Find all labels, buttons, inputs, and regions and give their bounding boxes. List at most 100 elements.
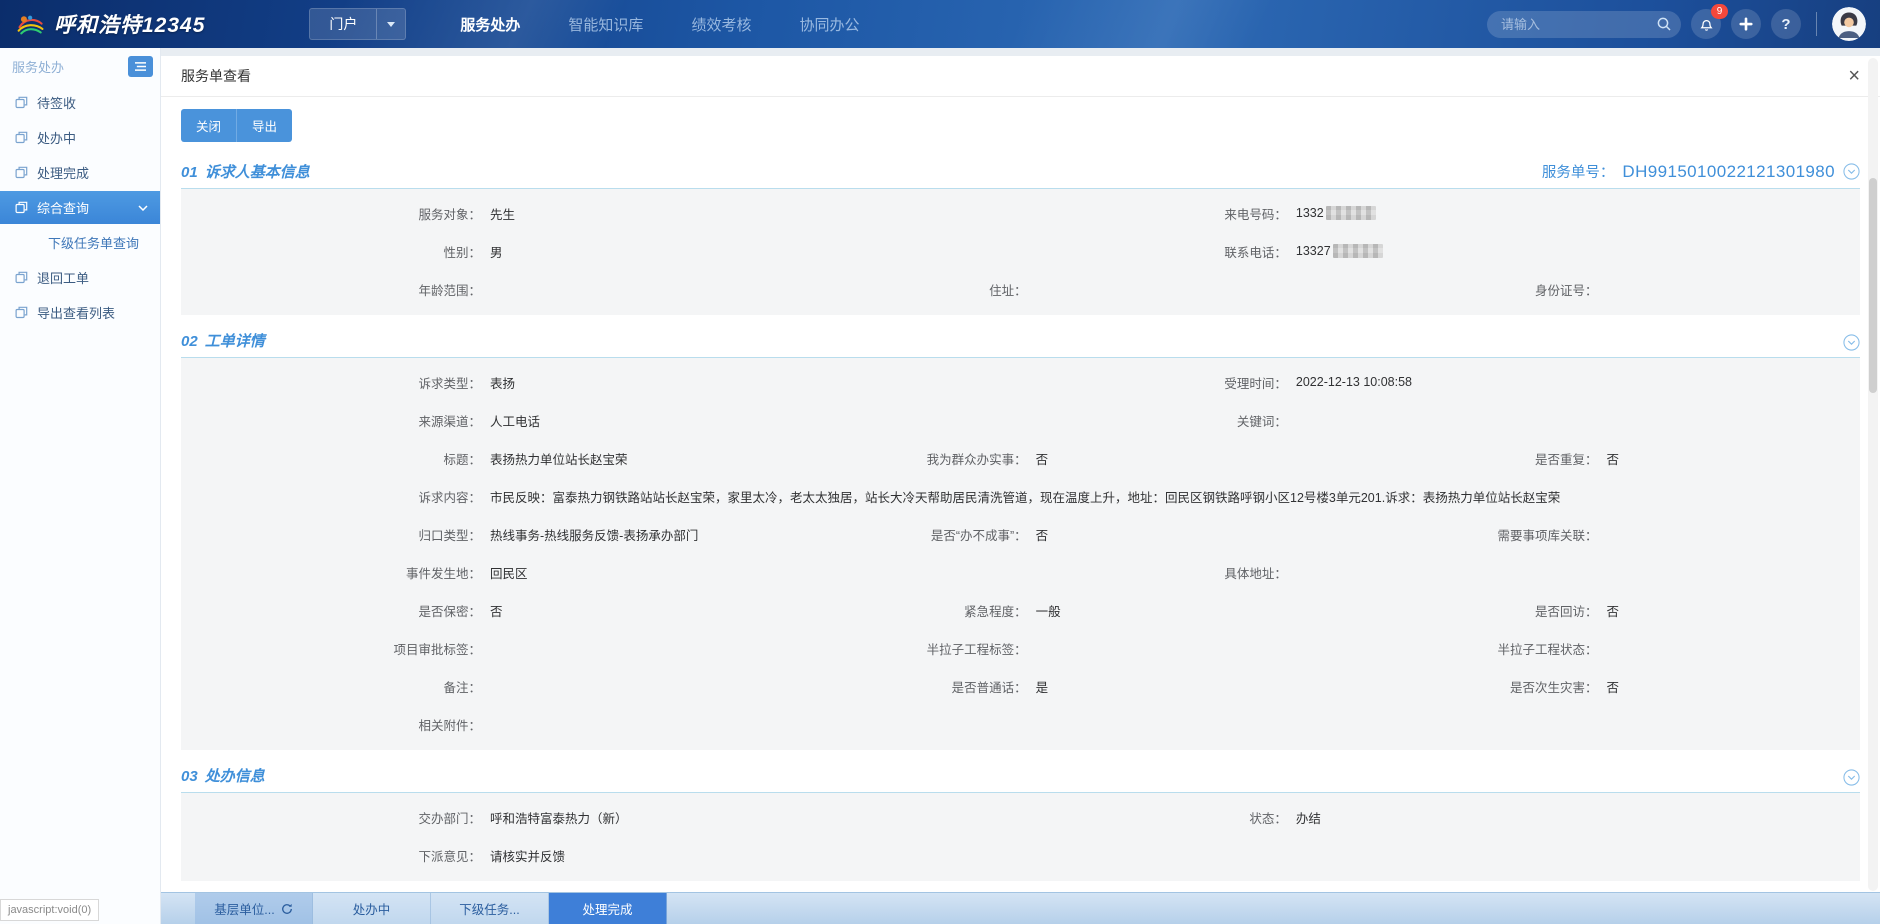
form-row: 诉求内容：市民反映：富泰热力钢铁路站站长赵宝荣，家里太冷，老太太独居，站长大冷天…: [181, 477, 1860, 515]
field-value: 表扬热力单位站长赵宝荣: [490, 449, 628, 468]
field-value: 人工电话: [490, 411, 540, 430]
form-row: 相关附件：: [181, 705, 1860, 743]
form-field: 紧急程度：一般: [727, 601, 1298, 620]
sidebar-item[interactable]: 综合查询: [0, 191, 160, 224]
bell-icon: [1698, 16, 1715, 33]
field-value: 表扬: [490, 373, 515, 392]
section-name: 诉求人基本信息: [205, 161, 310, 182]
form-field: 需要事项库关联：: [1298, 525, 1860, 544]
sidebar-item[interactable]: 导出查看列表: [0, 296, 160, 329]
portal-dropdown-button[interactable]: 门户: [309, 8, 406, 40]
field-value: 否: [1607, 677, 1620, 696]
collapse-chevron-icon[interactable]: [1843, 769, 1860, 786]
collapse-chevron-icon[interactable]: [1843, 163, 1860, 180]
sidebar-item-label: 处办中: [37, 128, 76, 147]
question-mark-icon: ?: [1781, 16, 1790, 33]
field-label: 服务对象：: [181, 204, 490, 223]
field-label: 年龄范围：: [181, 280, 490, 299]
status-link-tooltip: javascript:void(0): [0, 899, 99, 921]
logo-emblem-icon: [16, 13, 46, 36]
refresh-icon[interactable]: [281, 903, 293, 915]
bottom-tab-3[interactable]: 处理完成: [549, 893, 667, 924]
form-row: 项目审批标签：半拉子工程标签：半拉子工程状态：: [181, 629, 1860, 667]
field-label: 我为群众办实事：: [727, 449, 1036, 468]
copy-doc-icon: [15, 201, 28, 214]
sidebar-item-label: 待签收: [37, 93, 76, 112]
form-field: 服务对象：先生: [181, 204, 987, 223]
form-field: 备注：: [181, 677, 727, 696]
field-label: 联系电话：: [987, 242, 1296, 261]
field-value: 否: [1607, 449, 1620, 468]
nav-item-3[interactable]: 协同办公: [799, 14, 859, 35]
collapse-chevron-icon[interactable]: [1843, 334, 1860, 351]
notification-badge: 9: [1711, 4, 1728, 19]
field-value: 2022-12-13 10:08:58: [1296, 375, 1412, 389]
bottom-tabs: 基层单位...处办中 下级任务... 处理完成: [195, 893, 667, 924]
sidebar-title: 服务处办: [12, 57, 64, 76]
field-value: 男: [490, 242, 503, 261]
nav-item-0[interactable]: 服务处办: [460, 14, 520, 35]
bottom-tab-1[interactable]: 处办中: [313, 893, 431, 924]
sidebar-item[interactable]: 待签收: [0, 86, 160, 119]
field-value: 呼和浩特富泰热力（新）: [490, 808, 628, 827]
sidebar-menu: 待签收处办中处理完成综合查询下级任务单查询退回工单导出查看列表: [0, 86, 160, 329]
bottom-tab-0[interactable]: 基层单位...: [195, 893, 313, 924]
section-header-right: [1843, 769, 1860, 786]
field-label: 诉求类型：: [181, 373, 490, 392]
form-field: 半拉子工程状态：: [1298, 639, 1860, 658]
close-icon[interactable]: ×: [1848, 66, 1860, 86]
service-order-view-panel: 服务单查看 × 关闭导出 01诉求人基本信息服务单号：DH99150100221…: [161, 56, 1880, 893]
field-value: 回民区: [490, 563, 528, 582]
form-field: 住址：: [727, 280, 1298, 299]
field-value: 13327: [1296, 244, 1331, 258]
top-navigation: 服务处办 智能知识库 绩效考核 协同办公: [460, 14, 859, 35]
sidebar-item[interactable]: 处办中: [0, 121, 160, 154]
sidebar-item[interactable]: 下级任务单查询: [0, 226, 160, 259]
field-label: 是否回访：: [1298, 601, 1607, 620]
portal-label[interactable]: 门户: [310, 9, 376, 39]
sidebar-collapse-button[interactable]: [128, 56, 153, 77]
search-input[interactable]: [1487, 11, 1681, 38]
form-field: 是否回访：否: [1298, 601, 1860, 620]
field-label: 是否重复：: [1298, 449, 1607, 468]
user-avatar[interactable]: [1832, 7, 1866, 41]
vertical-scrollbar[interactable]: [1868, 58, 1878, 891]
field-label: 诉求内容：: [181, 487, 490, 506]
sidebar-item[interactable]: 退回工单: [0, 261, 160, 294]
search-icon[interactable]: [1656, 16, 1672, 32]
form-field: 性别：男: [181, 242, 987, 261]
section-title: 03处办信息: [181, 765, 265, 786]
form-field: 事件发生地：回民区: [181, 563, 987, 582]
nav-item-1[interactable]: 智能知识库: [568, 14, 643, 35]
section-number: 03: [181, 768, 198, 785]
scrollbar-thumb[interactable]: [1869, 178, 1877, 393]
field-label: 来电号码：: [987, 204, 1296, 223]
field-value: 否: [1607, 601, 1620, 620]
help-button[interactable]: ?: [1771, 9, 1801, 39]
nav-item-2[interactable]: 绩效考核: [691, 14, 751, 35]
close-button[interactable]: 关闭: [181, 109, 237, 142]
field-label: 是否保密：: [181, 601, 490, 620]
form-row: 是否保密： 否 紧急程度：一般是否回访：否: [181, 591, 1860, 629]
section-body: 交办部门：呼和浩特富泰热力（新）状态：办结下派意见：请核实并反馈: [181, 793, 1860, 881]
top-header-bar: 呼和浩特12345 门户 服务处办 智能知识库 绩效考核 协同办公 9: [0, 0, 1880, 48]
header-searchbox: [1487, 11, 1681, 38]
copy-doc-icon: [15, 271, 28, 284]
app-title: 呼和浩特12345: [54, 9, 205, 39]
field-label: 事件发生地：: [181, 563, 490, 582]
form-field: 具体地址：: [987, 563, 1860, 582]
form-field: 是否普通话：是: [727, 677, 1298, 696]
bottom-tab-2[interactable]: 下级任务...: [431, 893, 549, 924]
bottom-tab-label: 下级任务...: [459, 899, 519, 918]
caret-down-icon[interactable]: [376, 9, 405, 39]
notifications-button[interactable]: 9: [1691, 9, 1721, 39]
field-label: 半拉子工程状态：: [1298, 639, 1607, 658]
field-label: 紧急程度：: [727, 601, 1036, 620]
export-button[interactable]: 导出: [237, 109, 292, 142]
form-field: 相关附件：: [181, 715, 1860, 734]
field-label: 状态：: [987, 808, 1296, 827]
sidebar-item[interactable]: 处理完成: [0, 156, 160, 189]
form-field: 标题：表扬热力单位站长赵宝荣: [181, 449, 727, 468]
section-body: 服务对象：先生来电号码：1332性别：男联系电话：13327年龄范围：住址：身份…: [181, 189, 1860, 315]
apps-cross-button[interactable]: [1731, 9, 1761, 39]
